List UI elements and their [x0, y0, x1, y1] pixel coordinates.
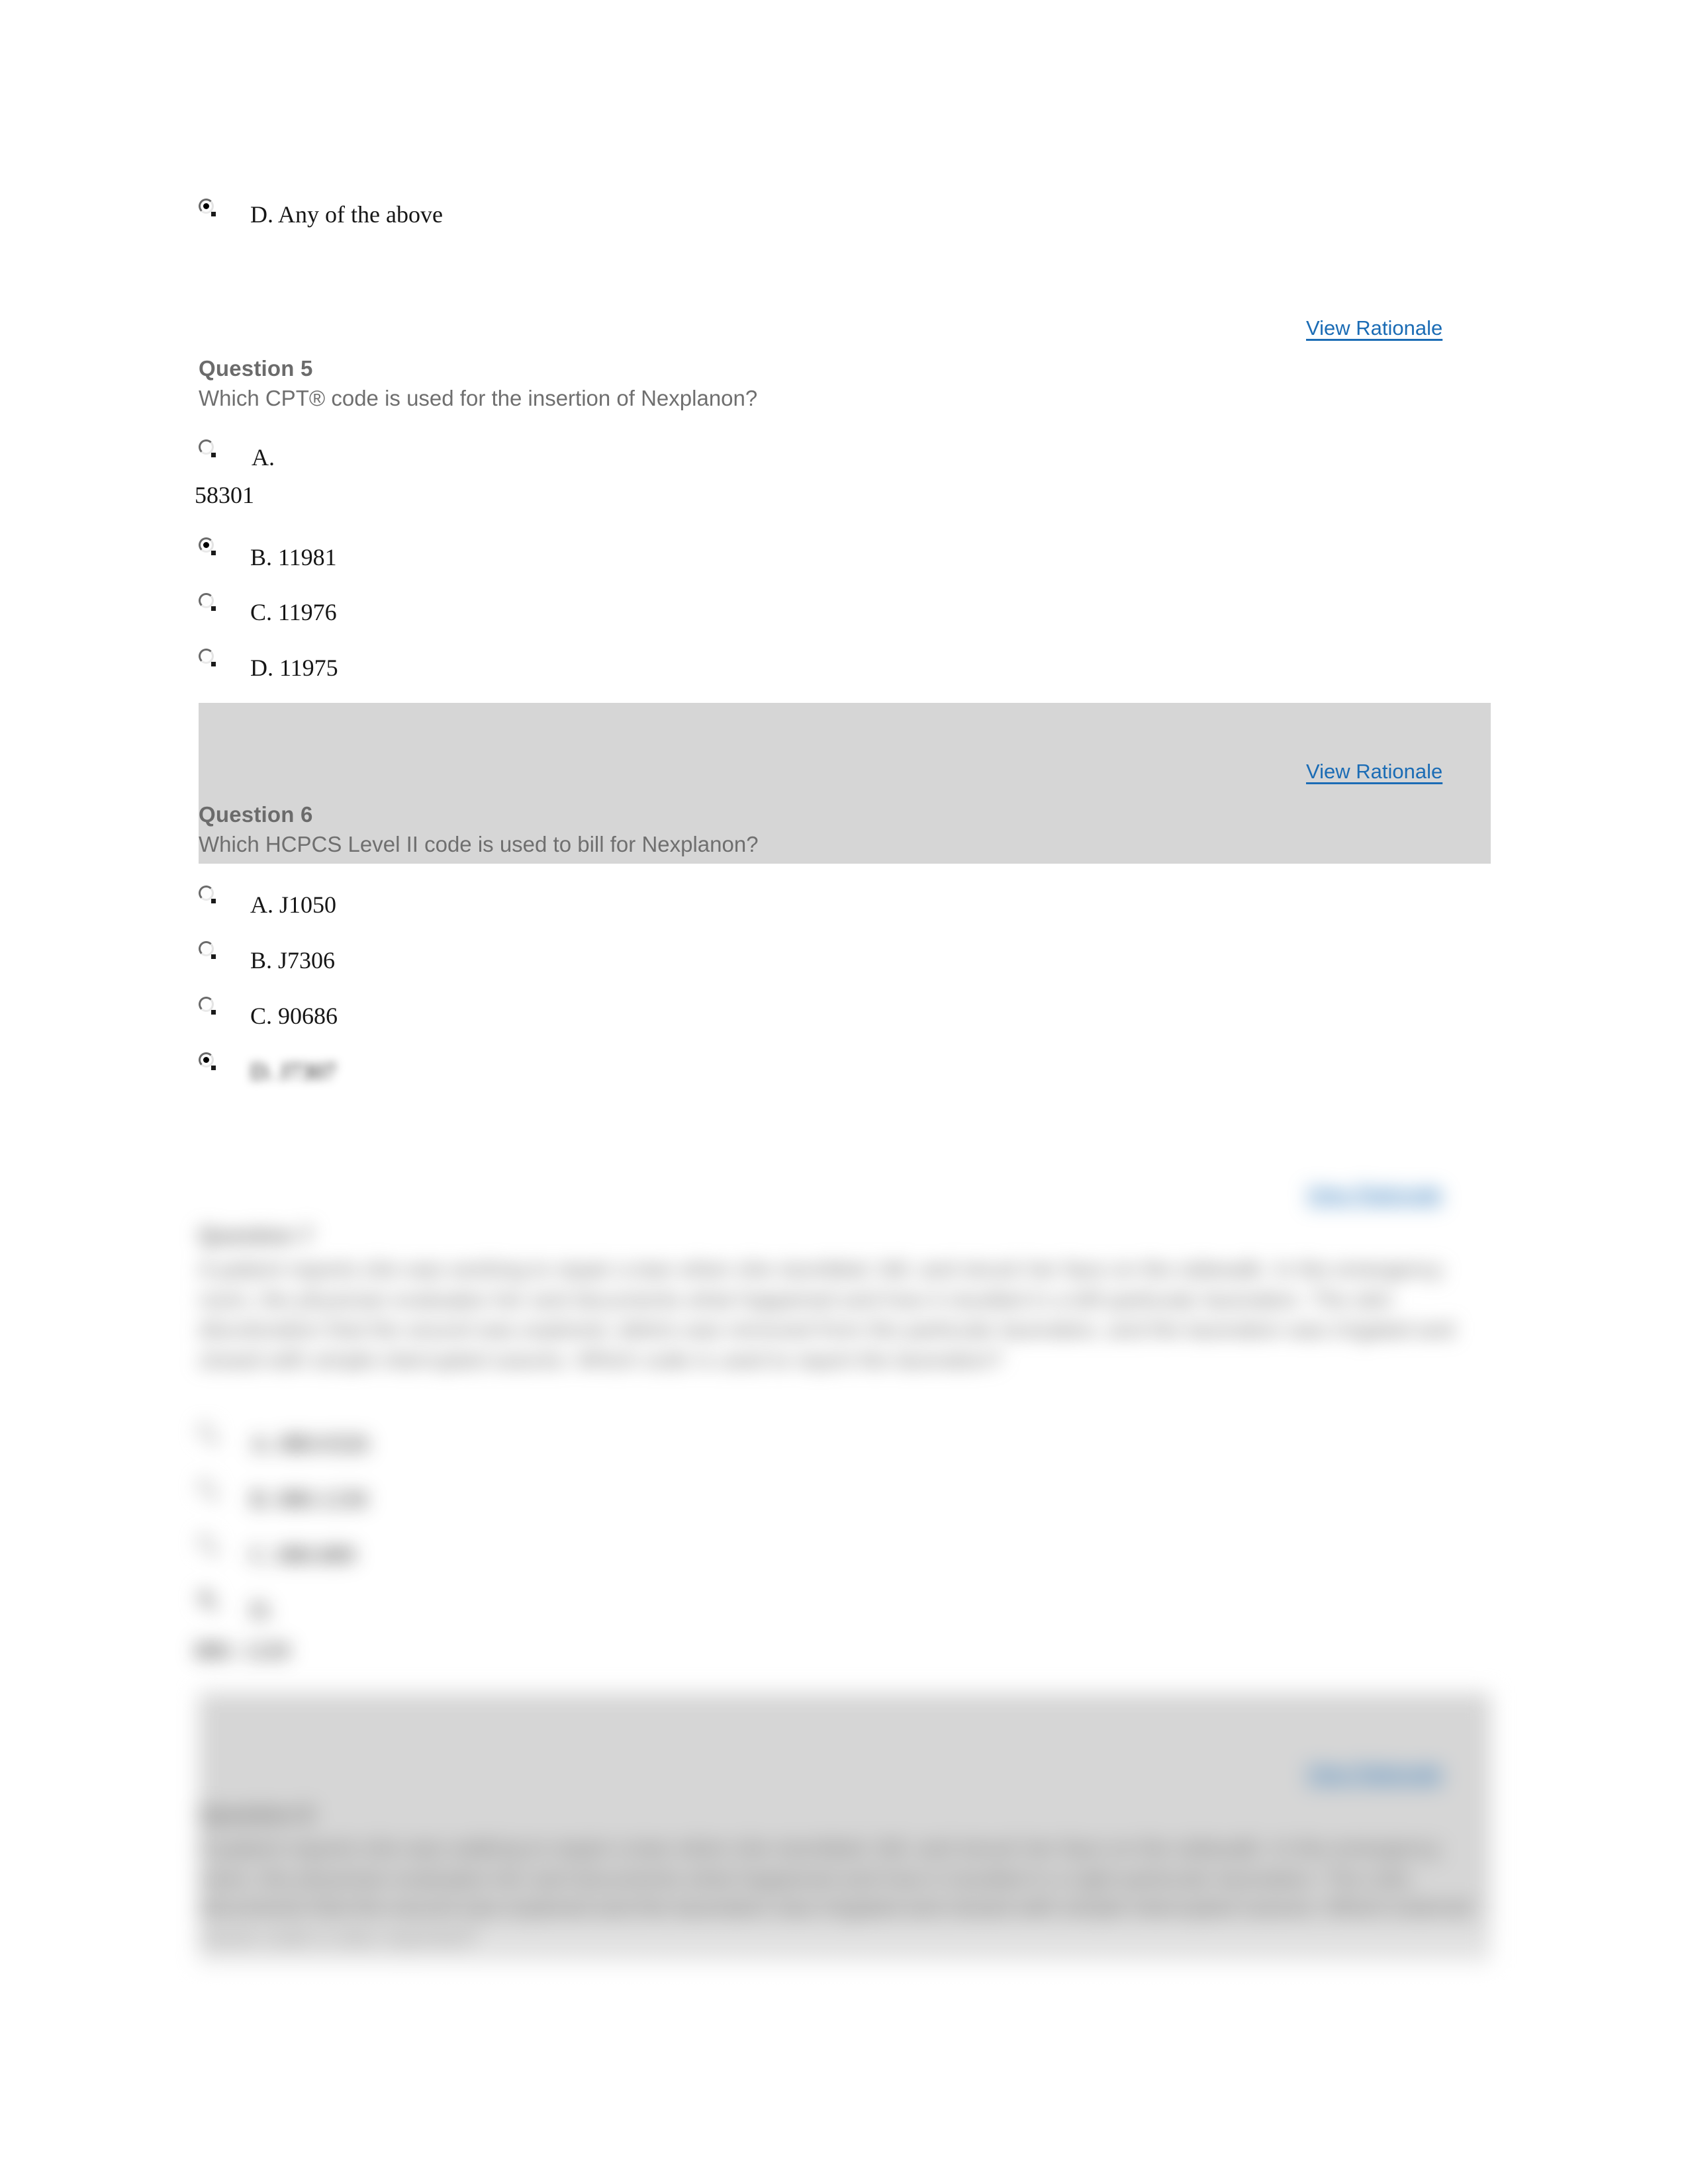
- view-rationale-link-q6[interactable]: View Rationale: [1306, 760, 1442, 784]
- question-6-option-b-label: B. J7306: [250, 947, 336, 974]
- question-6-option-d[interactable]: D. J7307: [199, 1052, 927, 1099]
- question-6-option-d-label: D. J7307: [250, 1058, 337, 1085]
- question-5-option-a-label: A.: [252, 444, 275, 471]
- radio-button-q6-d[interactable]: [199, 1052, 216, 1070]
- question-6-option-b[interactable]: B. J7306: [199, 941, 927, 979]
- question-7-heading: Question 7: [199, 1223, 313, 1248]
- question-6-option-c[interactable]: C. 90686: [199, 997, 927, 1035]
- question-6-option-a-label: A. J1050: [250, 891, 337, 918]
- question-7-option-d-label: D.: [250, 1597, 273, 1623]
- radio-button-q5-a[interactable]: [199, 439, 216, 457]
- question-8-heading: Question 8: [199, 1802, 313, 1827]
- radio-button-q5-b[interactable]: [199, 537, 216, 555]
- question-6-option-a[interactable]: A. J1050: [199, 886, 927, 924]
- question-5-option-a-continuation: 58301: [195, 482, 254, 508]
- quiz-page: D. Any of the above View Rationale Quest…: [0, 0, 1688, 2184]
- question-7-option-d[interactable]: D. 880. 1220: [195, 1591, 927, 1664]
- question-5-option-c-label: C. 11976: [250, 599, 337, 625]
- question-5-option-d-label: D. 11975: [250, 655, 338, 681]
- question-5-option-a[interactable]: A. 58301: [195, 437, 927, 507]
- question-8-block: View Rationale Question 8 A patient repo…: [0, 1655, 1688, 1966]
- radio-button-q6-c[interactable]: [199, 997, 216, 1015]
- radio-button-q7-c[interactable]: [199, 1535, 216, 1553]
- radio-button-q7-d[interactable]: [199, 1591, 216, 1609]
- radio-button-q6-a[interactable]: [199, 886, 216, 903]
- question-7-option-b-label: B. 880.1230: [250, 1486, 368, 1512]
- question-7-block: View Rationale Question 7 A patient repo…: [0, 1152, 1688, 1662]
- question-6-prompt: Which HCPCS Level II code is used to bil…: [199, 832, 759, 856]
- radio-button-prev-d[interactable]: [199, 199, 216, 216]
- question-7-option-c[interactable]: C. 880.889: [199, 1535, 927, 1574]
- view-rationale-link-q8[interactable]: View Rationale: [1306, 1760, 1442, 1784]
- question-7-option-a[interactable]: A. 880.0326: [199, 1424, 927, 1463]
- question-5-prompt: Which CPT® code is used for the insertio…: [199, 386, 758, 410]
- question-5-option-d[interactable]: D. 11975: [199, 649, 927, 687]
- question-6-heading: Question 6: [199, 802, 313, 827]
- previous-question-option-label: D. Any of the above: [250, 201, 443, 228]
- previous-question-option-row[interactable]: D. Any of the above: [199, 196, 927, 234]
- radio-button-q7-a[interactable]: [199, 1424, 216, 1442]
- question-5-option-c[interactable]: C. 11976: [199, 593, 927, 631]
- question-7-option-b[interactable]: B. 880.1230: [199, 1480, 927, 1518]
- radio-button-q5-d[interactable]: [199, 649, 216, 666]
- question-7-prompt: A patient reports she was working to rep…: [199, 1257, 1454, 1372]
- radio-button-q7-b[interactable]: [199, 1480, 216, 1498]
- view-rationale-link-q7[interactable]: View Rationale: [1306, 1181, 1442, 1205]
- question-7-option-c-label: C. 880.889: [250, 1541, 356, 1568]
- radio-button-q6-b[interactable]: [199, 941, 216, 959]
- question-7-option-a-label: A. 880.0326: [250, 1430, 369, 1457]
- question-5-heading: Question 5: [199, 356, 313, 381]
- question-6-option-c-label: C. 90686: [250, 1003, 338, 1029]
- view-rationale-link-q5[interactable]: View Rationale: [1306, 316, 1442, 340]
- radio-button-q5-c[interactable]: [199, 593, 216, 611]
- question-5-option-b[interactable]: B. 11981: [199, 537, 927, 576]
- question-8-prompt: A patient reports she was walking to rep…: [199, 1836, 1470, 1951]
- question-5-option-b-label: B. 11981: [250, 544, 337, 570]
